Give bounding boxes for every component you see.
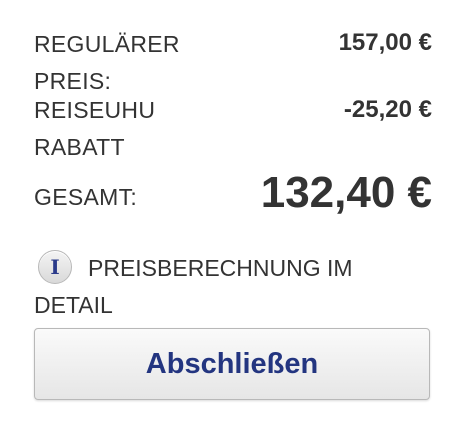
checkout-button[interactable]: Abschließen: [34, 328, 430, 400]
discount-row: REISEUHU RABATT -25,20 €: [34, 92, 432, 166]
regular-price-row: REGULÄRER PREIS: 157,00 €: [34, 26, 432, 100]
total-label: GESAMT:: [34, 183, 138, 210]
regular-price-label: REGULÄRER PREIS:: [34, 31, 180, 94]
info-icon[interactable]: i: [38, 249, 72, 284]
price-details-label[interactable]: PREISBERECHNUNG IM DETAIL: [34, 255, 353, 318]
price-details-link[interactable]: i PREISBERECHNUNG IM DETAIL: [34, 249, 432, 324]
discount-label: REISEUHU RABATT: [34, 97, 156, 160]
discount-value: -25,20 €: [343, 96, 432, 123]
total-value: 132,40 €: [260, 168, 432, 217]
regular-price-value: 157,00 €: [338, 29, 432, 56]
total-row: GESAMT: 132,40 €: [34, 168, 432, 218]
